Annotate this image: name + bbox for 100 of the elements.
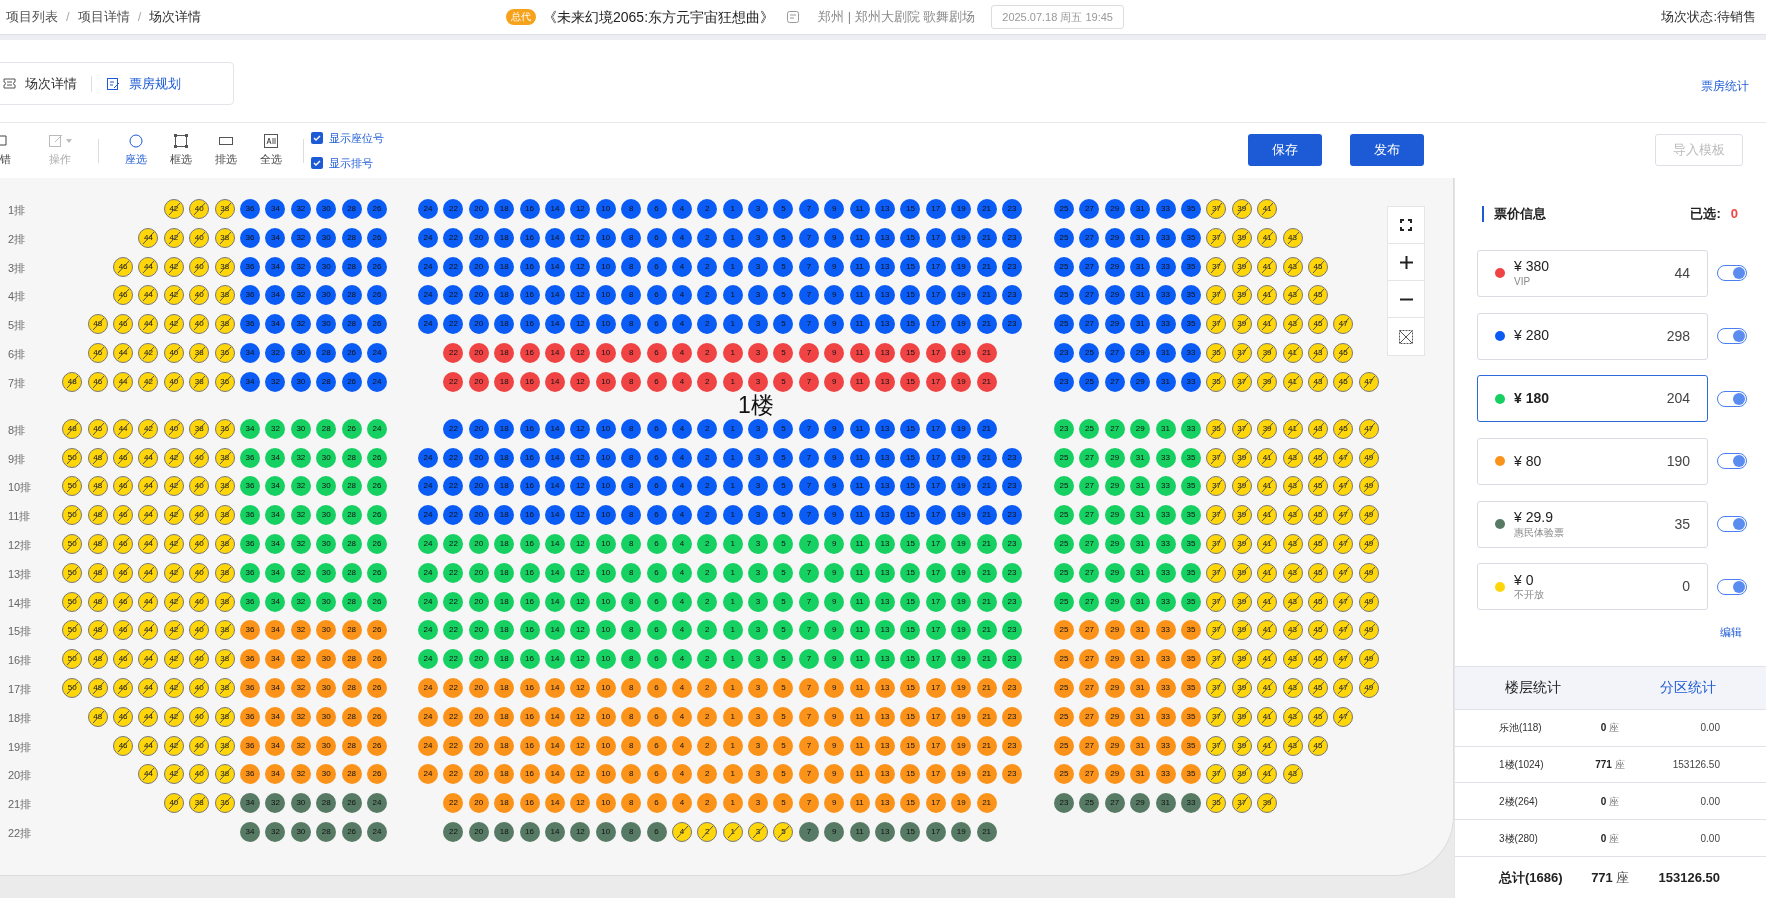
seat[interactable]: 17 (925, 735, 946, 756)
seat[interactable]: 25 (1054, 649, 1074, 670)
seat[interactable]: 12 (570, 649, 591, 670)
seat[interactable]: 21 (976, 227, 997, 248)
seat[interactable]: 26 (367, 591, 387, 612)
seat[interactable]: 24 (418, 591, 438, 612)
seat[interactable]: 26 (367, 476, 387, 497)
seat[interactable]: 44 (138, 227, 159, 248)
seat[interactable]: 8 (621, 591, 642, 612)
seat[interactable]: 18 (494, 256, 515, 277)
seat[interactable]: 20 (468, 371, 489, 392)
seat[interactable]: 43 (1282, 505, 1303, 526)
seat[interactable]: 6 (646, 591, 667, 612)
seat[interactable]: 39 (1231, 447, 1252, 468)
seat[interactable]: 19 (951, 821, 972, 842)
seat[interactable]: 21 (976, 706, 997, 727)
seat[interactable]: 48 (87, 476, 108, 497)
seat[interactable]: 27 (1079, 256, 1100, 277)
seat[interactable]: 32 (290, 649, 311, 670)
seat[interactable]: 33 (1155, 591, 1176, 612)
seat[interactable]: 3 (748, 764, 769, 785)
seat[interactable]: 26 (367, 447, 387, 468)
seat[interactable]: 50 (62, 505, 83, 526)
seat[interactable]: 29 (1130, 343, 1151, 363)
seat[interactable]: 10 (595, 533, 616, 554)
seat[interactable]: 46 (113, 591, 134, 612)
seat[interactable]: 44 (138, 649, 159, 670)
seat[interactable]: 31 (1155, 343, 1176, 363)
seat[interactable]: 47 (1333, 562, 1354, 583)
seat[interactable]: 10 (595, 285, 616, 306)
seat[interactable]: 5 (773, 314, 794, 335)
seat[interactable]: 38 (214, 620, 235, 641)
seat[interactable]: 14 (544, 620, 565, 641)
seat[interactable]: 18 (494, 227, 515, 248)
seat[interactable]: 13 (875, 343, 896, 363)
seat[interactable]: 43 (1282, 591, 1303, 612)
seat[interactable]: 38 (214, 285, 235, 306)
seat[interactable]: 11 (849, 562, 870, 583)
seat[interactable]: 12 (570, 677, 591, 698)
seat[interactable]: 13 (875, 505, 896, 526)
seat[interactable]: 15 (900, 505, 921, 526)
seat[interactable]: 18 (494, 620, 515, 641)
seat[interactable]: 32 (290, 285, 311, 306)
seat[interactable]: 40 (189, 706, 210, 727)
seat[interactable]: 34 (265, 256, 286, 277)
seat[interactable]: 3 (748, 620, 769, 641)
seat[interactable]: 8 (621, 343, 642, 363)
seat[interactable]: 36 (240, 199, 261, 219)
seat[interactable]: 46 (113, 256, 134, 277)
seat[interactable]: 21 (976, 821, 997, 842)
edit-link[interactable]: 编辑 (1720, 624, 1742, 641)
seat[interactable]: 18 (494, 677, 515, 698)
seat[interactable]: 32 (290, 735, 311, 756)
seat[interactable]: 21 (976, 343, 997, 363)
seat[interactable]: 3 (748, 591, 769, 612)
seat[interactable]: 22 (443, 735, 464, 756)
seat[interactable]: 12 (570, 764, 591, 785)
seat[interactable]: 39 (1231, 591, 1252, 612)
seat[interactable]: 21 (976, 314, 997, 335)
seat[interactable]: 37 (1231, 793, 1252, 814)
seat[interactable]: 1 (722, 591, 743, 612)
seat[interactable]: 7 (798, 620, 819, 641)
seat[interactable]: 48 (87, 706, 108, 727)
seat[interactable]: 2 (697, 418, 718, 439)
seat[interactable]: 32 (290, 476, 311, 497)
seat[interactable]: 3 (748, 314, 769, 335)
seat[interactable]: 4 (671, 343, 692, 363)
seat[interactable]: 36 (214, 418, 235, 439)
seat[interactable]: 36 (214, 371, 235, 392)
seat[interactable]: 43 (1282, 764, 1303, 785)
seat[interactable]: 31 (1130, 227, 1151, 248)
seat[interactable]: 27 (1079, 591, 1100, 612)
seat[interactable]: 19 (951, 677, 972, 698)
seat[interactable]: 31 (1130, 591, 1151, 612)
seat[interactable]: 23 (1002, 533, 1022, 554)
seat[interactable]: 2 (697, 793, 718, 814)
seat[interactable]: 44 (138, 533, 159, 554)
seat[interactable]: 34 (265, 476, 286, 497)
seat[interactable]: 34 (265, 505, 286, 526)
seat[interactable]: 4 (671, 677, 692, 698)
seat[interactable]: 29 (1104, 562, 1125, 583)
seat[interactable]: 15 (900, 706, 921, 727)
seat[interactable]: 33 (1155, 533, 1176, 554)
seat[interactable]: 27 (1079, 533, 1100, 554)
checkbox[interactable] (311, 132, 323, 145)
seat[interactable]: 29 (1104, 735, 1125, 756)
seat[interactable]: 33 (1155, 562, 1176, 583)
seat[interactable]: 42 (163, 764, 184, 785)
seat[interactable]: 45 (1307, 649, 1328, 670)
seat[interactable]: 25 (1054, 764, 1074, 785)
seat[interactable]: 43 (1307, 343, 1328, 363)
seat[interactable]: 25 (1054, 591, 1074, 612)
seat[interactable]: 13 (875, 314, 896, 335)
seat[interactable]: 37 (1206, 199, 1227, 219)
seat[interactable]: 7 (798, 418, 819, 439)
seat[interactable]: 32 (290, 764, 311, 785)
seat[interactable]: 17 (925, 706, 946, 727)
seat[interactable]: 40 (163, 371, 184, 392)
stats-tab[interactable]: 楼层统计 (1455, 666, 1611, 709)
seat[interactable]: 36 (240, 562, 261, 583)
